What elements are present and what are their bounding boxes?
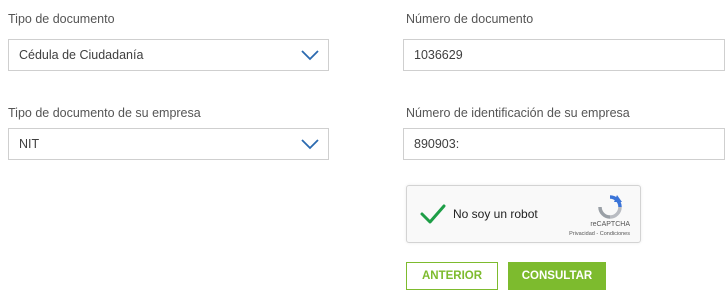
recaptcha-brand: reCAPTCHA: [590, 221, 630, 228]
chevron-down-icon: [301, 139, 319, 150]
company-doc-type-value: NIT: [19, 137, 40, 151]
recaptcha-label: No soy un robot: [453, 207, 538, 221]
doc-number-value: 1036629: [414, 48, 463, 62]
company-id-input[interactable]: 890903:: [403, 128, 725, 160]
company-id-value: 890903:: [414, 137, 460, 151]
chevron-down-icon: [301, 50, 319, 61]
previous-button[interactable]: ANTERIOR: [406, 262, 498, 290]
recaptcha-links[interactable]: Privacidad - Condiciones: [569, 231, 630, 237]
company-id-label: Número de identificación de su empresa: [406, 106, 630, 120]
doc-type-label: Tipo de documento: [8, 12, 115, 26]
company-doc-type-label: Tipo de documento de su empresa: [8, 106, 201, 120]
doc-number-input[interactable]: 1036629: [403, 39, 725, 71]
doc-type-value: Cédula de Ciudadanía: [19, 48, 144, 62]
checkmark-icon[interactable]: [419, 203, 447, 225]
doc-number-label: Número de documento: [406, 12, 534, 26]
consult-button[interactable]: CONSULTAR: [508, 262, 606, 290]
recaptcha-logo-icon: [598, 195, 622, 219]
doc-type-select[interactable]: Cédula de Ciudadanía: [8, 39, 329, 71]
recaptcha-widget: No soy un robot reCAPTCHA Privacidad - C…: [406, 185, 641, 243]
company-doc-type-select[interactable]: NIT: [8, 128, 329, 160]
